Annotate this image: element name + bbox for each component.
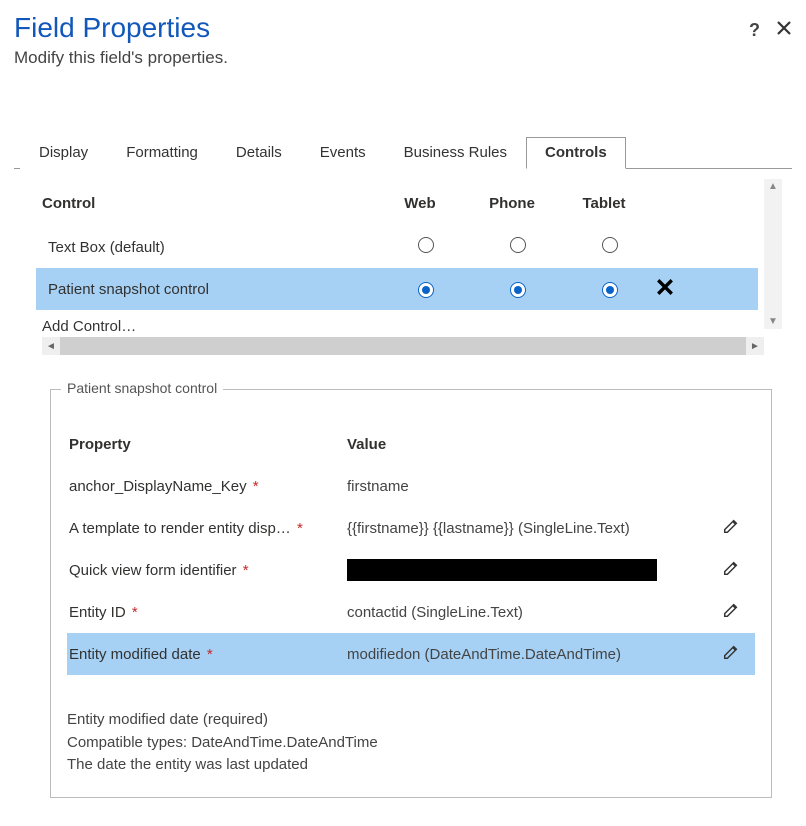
add-control-link[interactable]: Add Control… (36, 310, 758, 335)
tab-panel-controls: Control Web Phone Tablet Text Box (defau… (14, 169, 792, 798)
property-value: firstname (347, 478, 707, 495)
edit-icon[interactable] (722, 648, 740, 665)
col-header-tablet: Tablet (558, 195, 650, 212)
desc-line: The date the entity was last updated (67, 754, 755, 777)
help-icon[interactable]: ? (749, 20, 760, 41)
property-row[interactable]: Quick view form identifier * (67, 549, 755, 591)
tab-controls[interactable]: Controls (526, 137, 626, 169)
property-value: contactid (SingleLine.Text) (347, 604, 707, 621)
dialog-title: Field Properties (14, 12, 749, 44)
col-header-property: Property (67, 436, 347, 453)
tab-display[interactable]: Display (20, 137, 107, 169)
radio-phone[interactable] (510, 237, 526, 253)
property-description: Entity modified date (required) Compatib… (67, 709, 755, 777)
col-header-value: Value (347, 436, 707, 453)
radio-tablet[interactable] (602, 282, 618, 298)
tab-business-rules[interactable]: Business Rules (385, 137, 526, 169)
edit-icon[interactable] (722, 522, 740, 539)
property-name: anchor_DisplayName_Key * (67, 478, 347, 495)
property-row[interactable]: Entity ID *contactid (SingleLine.Text) (67, 591, 755, 633)
edit-icon[interactable] (722, 606, 740, 623)
control-row[interactable]: Text Box (default) (36, 226, 758, 268)
dialog-header: Field Properties ? (14, 12, 792, 44)
col-header-web: Web (374, 195, 466, 212)
property-value (347, 559, 707, 581)
scroll-right-icon[interactable]: ► (746, 337, 764, 355)
remove-control-icon[interactable] (656, 283, 674, 300)
vertical-scrollbar[interactable]: ▲ ▼ (764, 179, 782, 329)
radio-web[interactable] (418, 282, 434, 298)
control-name: Text Box (default) (42, 239, 380, 256)
col-header-phone: Phone (466, 195, 558, 212)
control-name: Patient snapshot control (42, 281, 380, 298)
desc-line: Compatible types: DateAndTime.DateAndTim… (67, 732, 755, 755)
desc-line: Entity modified date (required) (67, 709, 755, 732)
scroll-up-icon[interactable]: ▲ (768, 179, 778, 194)
property-name: Entity ID * (67, 604, 347, 621)
radio-web[interactable] (418, 237, 434, 253)
control-row[interactable]: Patient snapshot control (36, 268, 758, 310)
property-value: modifiedon (DateAndTime.DateAndTime) (347, 646, 707, 663)
col-header-control: Control (36, 195, 374, 212)
horizontal-scrollbar[interactable]: ◄ ► (42, 337, 764, 355)
tab-details[interactable]: Details (217, 137, 301, 169)
property-row[interactable]: A template to render entity disp… *{{fir… (67, 507, 755, 549)
property-value: {{firstname}} {{lastname}} (SingleLine.T… (347, 520, 707, 537)
radio-phone[interactable] (510, 282, 526, 298)
tab-events[interactable]: Events (301, 137, 385, 169)
property-name: Entity modified date * (67, 646, 347, 663)
field-properties-dialog: Field Properties ? Modify this field's p… (0, 0, 806, 798)
scroll-down-icon[interactable]: ▼ (768, 314, 778, 329)
property-name: Quick view form identifier * (67, 562, 347, 579)
edit-icon[interactable] (722, 564, 740, 581)
group-legend: Patient snapshot control (61, 380, 223, 396)
controls-table: Control Web Phone Tablet Text Box (defau… (36, 179, 758, 335)
property-name: A template to render entity disp… * (67, 520, 347, 537)
control-properties-group: Patient snapshot control Property Value … (50, 389, 772, 798)
radio-tablet[interactable] (602, 237, 618, 253)
tab-bar: DisplayFormattingDetailsEventsBusiness R… (14, 136, 792, 169)
scroll-left-icon[interactable]: ◄ (42, 337, 60, 355)
close-icon[interactable] (776, 20, 792, 41)
property-row[interactable]: Entity modified date *modifiedon (DateAn… (67, 633, 755, 675)
property-row[interactable]: anchor_DisplayName_Key *firstname (67, 465, 755, 507)
tab-formatting[interactable]: Formatting (107, 137, 217, 169)
dialog-subtitle: Modify this field's properties. (14, 48, 792, 68)
